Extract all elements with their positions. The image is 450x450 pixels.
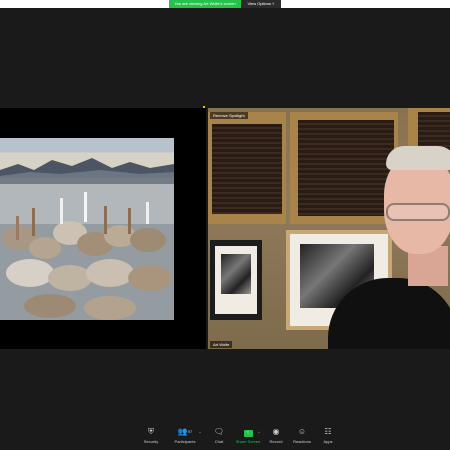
- share-screen-button[interactable]: ↑ Share Screen: [233, 425, 263, 450]
- people-icon: 👥97: [177, 427, 193, 436]
- apps-button[interactable]: ☷ Apps: [314, 425, 342, 450]
- speaker-name-label: Art Wolfe: [210, 341, 233, 348]
- apps-label: Apps: [323, 439, 333, 444]
- swan-flock: [0, 178, 174, 320]
- window-blind-left: [212, 124, 282, 214]
- apps-icon: ☷: [324, 427, 332, 436]
- participants-button[interactable]: 👥97 Participants: [170, 425, 200, 450]
- shield-icon: ⛨: [148, 427, 154, 436]
- speaker-video-pane[interactable]: Remove Spotlight Art Wolfe: [208, 108, 450, 349]
- shared-screen-pane: [0, 108, 206, 349]
- security-button[interactable]: ⛨ Security: [137, 425, 165, 450]
- screen-share-banner: You are viewing Art Wolfe's screen: [169, 0, 241, 8]
- meeting-toolbar: ⛨ Security 👥97 Participants ^ 🗨 Chat ↑ S…: [0, 425, 450, 450]
- speaker-glasses: [386, 203, 450, 221]
- chat-button[interactable]: 🗨 Chat: [205, 425, 233, 450]
- record-label: Record: [269, 439, 283, 444]
- security-label: Security: [143, 439, 159, 444]
- chat-bubble-icon: 🗨: [213, 427, 225, 436]
- record-button[interactable]: ◉ Record: [262, 425, 290, 450]
- reactions-button[interactable]: ☺ Reactions: [288, 425, 316, 450]
- participants-caret[interactable]: ^: [199, 430, 201, 435]
- share-screen-label: Share Screen: [235, 439, 261, 444]
- photo-left: [221, 254, 251, 294]
- remove-spotlight-label[interactable]: Remove Spotlight: [210, 112, 248, 119]
- participants-label: Participants: [174, 439, 196, 444]
- share-caret[interactable]: ^: [258, 430, 260, 435]
- emoji-icon: ☺: [297, 427, 307, 436]
- window-blind-right: [418, 112, 450, 150]
- window-blind-center: [298, 120, 394, 216]
- reactions-label: Reactions: [293, 439, 311, 444]
- shared-photo-swans: [0, 138, 174, 320]
- view-options-button[interactable]: View Options ˅: [241, 0, 281, 8]
- share-arrow-icon: ↑: [243, 430, 253, 437]
- record-circle-icon: ◉: [272, 427, 280, 436]
- speaker-hair: [386, 146, 450, 170]
- participants-count: 97: [187, 429, 193, 434]
- chat-label: Chat: [214, 439, 224, 444]
